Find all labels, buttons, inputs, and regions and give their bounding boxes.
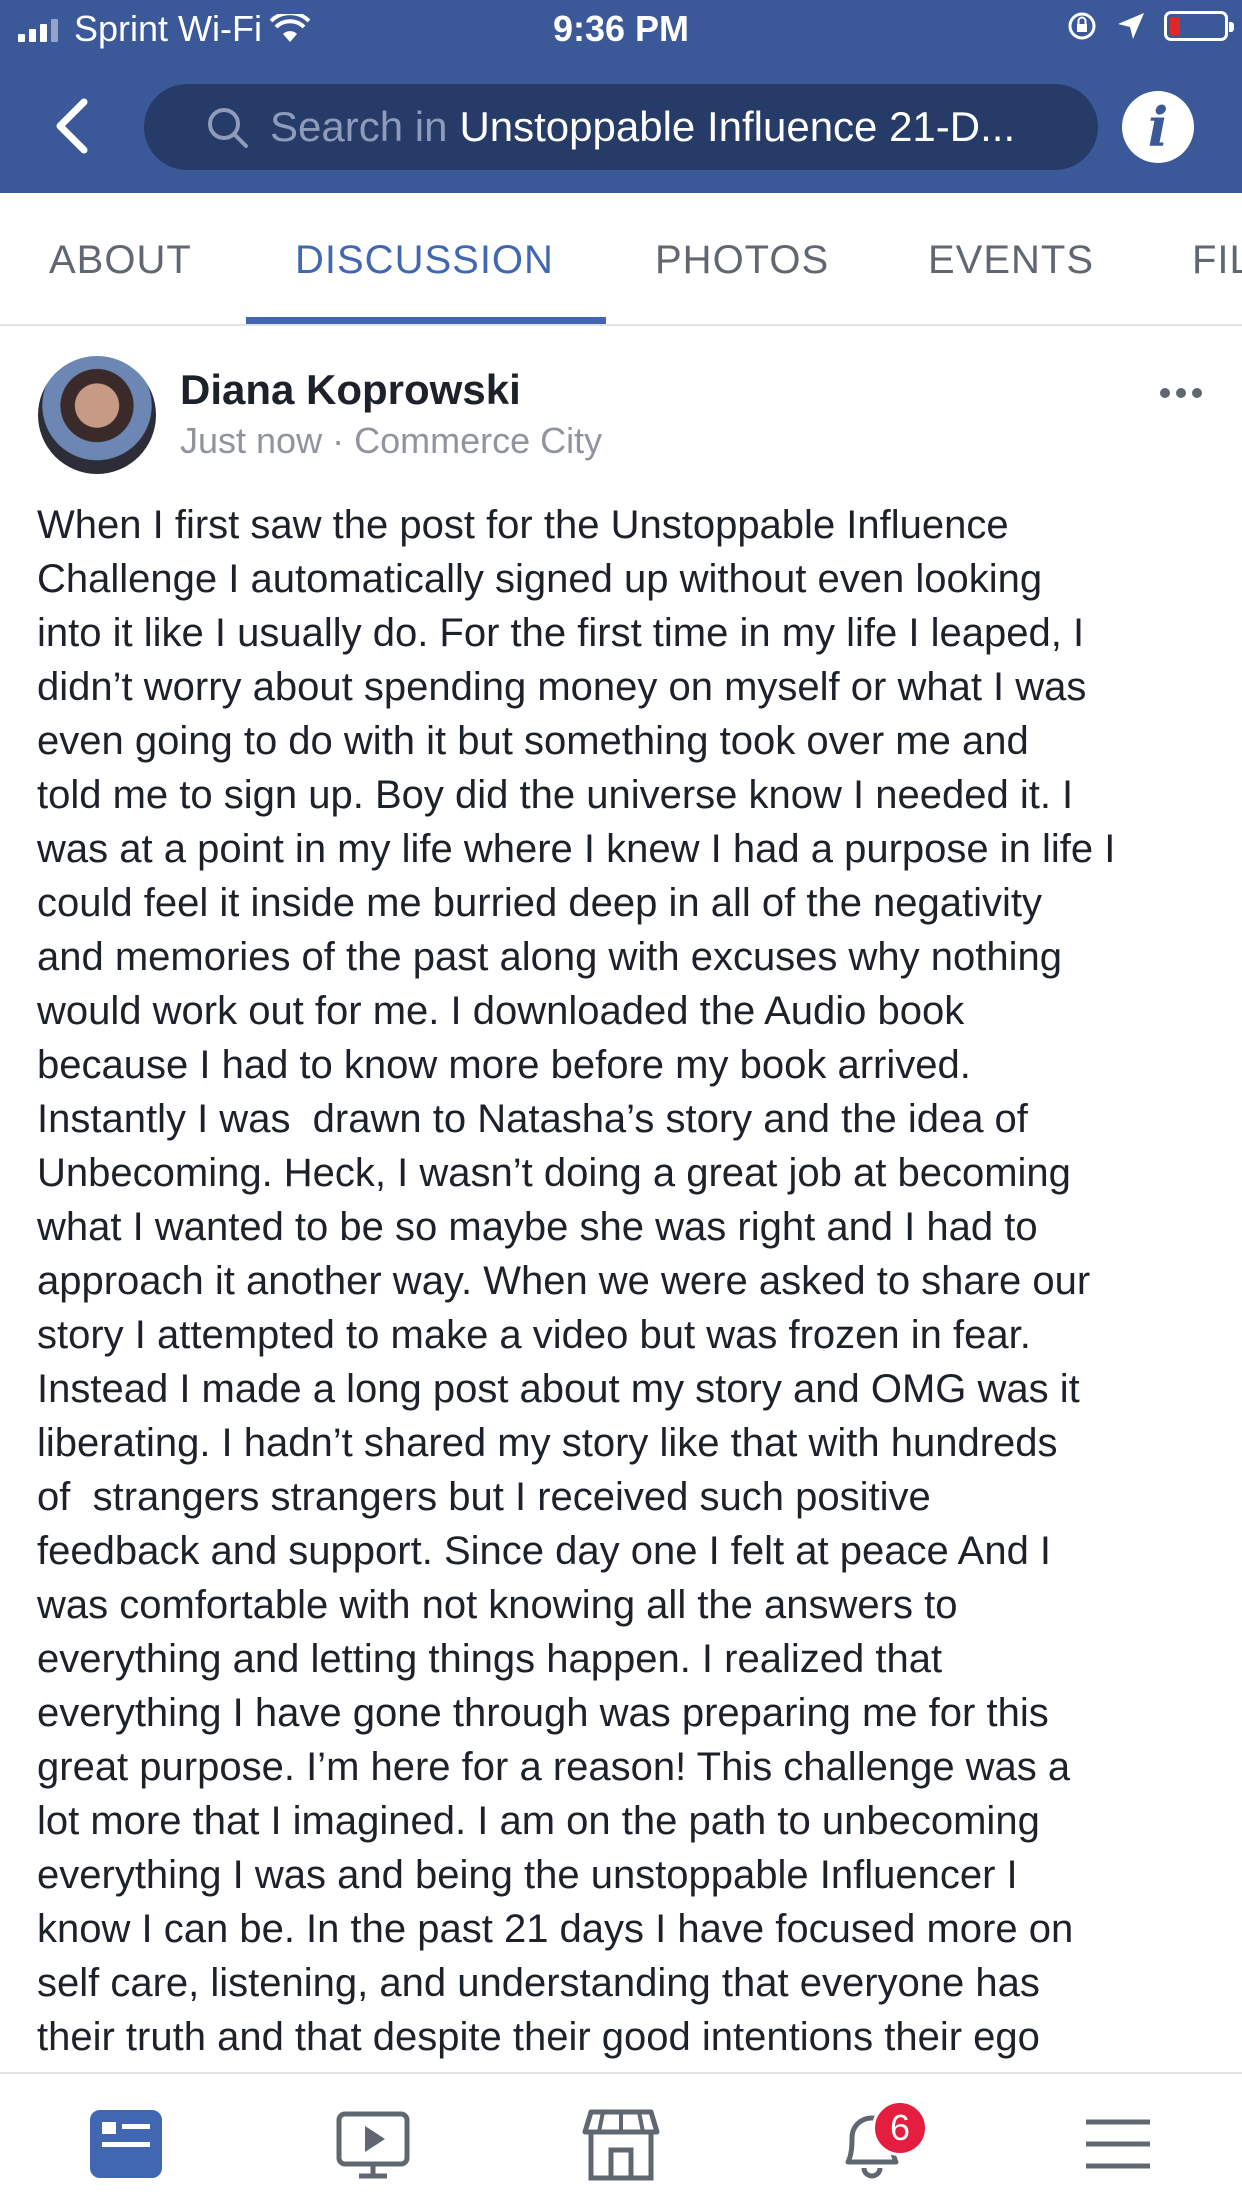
search-icon: [208, 108, 248, 148]
info-icon: i: [1147, 95, 1169, 159]
post-text-line: and memories of the past along with excu…: [37, 935, 1063, 979]
post-author[interactable]: Diana Koprowski: [180, 366, 521, 414]
notification-badge: 6: [872, 2100, 928, 2156]
post-text-line: what I wanted to be so maybe she was rig…: [37, 1205, 1038, 1249]
location-arrow-icon: [1118, 13, 1144, 39]
post-text-line: liberating. I hadn’t shared my story lik…: [37, 1421, 1058, 1465]
post-text-line: would work out for me. I downloaded the …: [37, 989, 965, 1033]
post-text-line: lot more that I imagined. I am on the pa…: [37, 1799, 1040, 1843]
post-text-line: because I had to know more before my boo…: [37, 1043, 971, 1087]
post-text-line: of strangers strangers but I received su…: [37, 1475, 931, 1519]
more-dot-icon: [1176, 388, 1186, 398]
menu-icon[interactable]: [1078, 2104, 1158, 2184]
post-text-line: was at a point in my life where I knew I…: [37, 827, 1116, 871]
tab-photos[interactable]: PHOTOS: [655, 238, 829, 283]
post-text-line: their truth and that despite their good …: [37, 2015, 1040, 2059]
search-placeholder: Search in: [270, 103, 448, 150]
post-meta: Just now · Commerce City: [180, 420, 602, 462]
post-body: When I first saw the post for the Unstop…: [37, 498, 1222, 2064]
orientation-lock-icon: [1068, 12, 1096, 40]
post-text-line: was comfortable with not knowing all the…: [37, 1583, 958, 1627]
post-text-line: could feel it inside me burried deep in …: [37, 881, 1043, 925]
avatar[interactable]: [38, 356, 156, 474]
post-text-line: Challenge I automatically signed up with…: [37, 557, 1043, 601]
post-text-line: even going to do with it but something t…: [37, 719, 1029, 763]
post-text-line: told me to sign up. Boy did the universe…: [37, 773, 1074, 817]
post-text-line: didn’t worry about spending money on mys…: [37, 665, 1087, 709]
post-text-line: approach it another way. When we were as…: [37, 1259, 1091, 1303]
watch-icon[interactable]: [333, 2104, 413, 2184]
more-dot-icon: [1192, 388, 1202, 398]
tab-about[interactable]: ABOUT: [49, 238, 192, 283]
post-text-line: feedback and support. Since day one I fe…: [37, 1529, 1052, 1573]
header-bar: Sprint Wi-Fi 9:36 PM Search in Unstoppab…: [0, 0, 1242, 193]
post-text-line: know I can be. In the past 21 days I hav…: [37, 1907, 1074, 1951]
post-location[interactable]: Commerce City: [354, 420, 602, 461]
status-time: 9:36 PM: [552, 8, 690, 49]
search-query: Unstoppable Influence 21-D...: [459, 103, 1016, 150]
post-text-line: self care, listening, and understanding …: [37, 1961, 1040, 2005]
marketplace-icon[interactable]: [581, 2104, 661, 2184]
search-input[interactable]: Search in Unstoppable Influence 21-D...: [144, 84, 1098, 170]
group-tabs: ABOUT DISCUSSION PHOTOS EVENTS FILES: [0, 193, 1242, 326]
post-text-line: When I first saw the post for the Unstop…: [37, 503, 1009, 547]
post-text-line: great purpose. I’m here for a reason! Th…: [37, 1745, 1071, 1789]
tab-events[interactable]: EVENTS: [928, 238, 1094, 283]
post-text-line: Instantly I was drawn to Natasha’s story…: [37, 1097, 1028, 1141]
active-tab-indicator: [246, 317, 606, 324]
post-text-line: everything I was and being the unstoppab…: [37, 1853, 1018, 1897]
tab-discussion[interactable]: DISCUSSION: [295, 238, 554, 283]
post-text-line: Unbecoming. Heck, I wasn’t doing a great…: [37, 1151, 1071, 1195]
info-button[interactable]: i: [1122, 91, 1194, 163]
meta-separator: ·: [322, 420, 355, 461]
post-text-line: into it like I usually do. For the first…: [37, 611, 1085, 655]
post-text-line: story I attempted to make a video but wa…: [37, 1313, 1031, 1357]
battery-icon: [1164, 11, 1234, 41]
status-bar: Sprint Wi-Fi 9:36 PM: [0, 0, 1242, 62]
post-text-line: everything and letting things happen. I …: [37, 1637, 943, 1681]
post-time[interactable]: Just now: [180, 420, 322, 461]
post: Diana Koprowski Just now · Commerce City…: [0, 326, 1242, 2072]
tab-files[interactable]: FILES: [1192, 238, 1242, 283]
back-button[interactable]: [48, 96, 98, 156]
post-text-line: everything I have gone through was prepa…: [37, 1691, 1049, 1735]
news-feed-icon[interactable]: [86, 2104, 166, 2184]
more-dot-icon: [1160, 388, 1170, 398]
post-text-line: Instead I made a long post about my stor…: [37, 1367, 1080, 1411]
bottom-nav: 6: [0, 2072, 1242, 2210]
more-options-button[interactable]: [1160, 388, 1202, 398]
